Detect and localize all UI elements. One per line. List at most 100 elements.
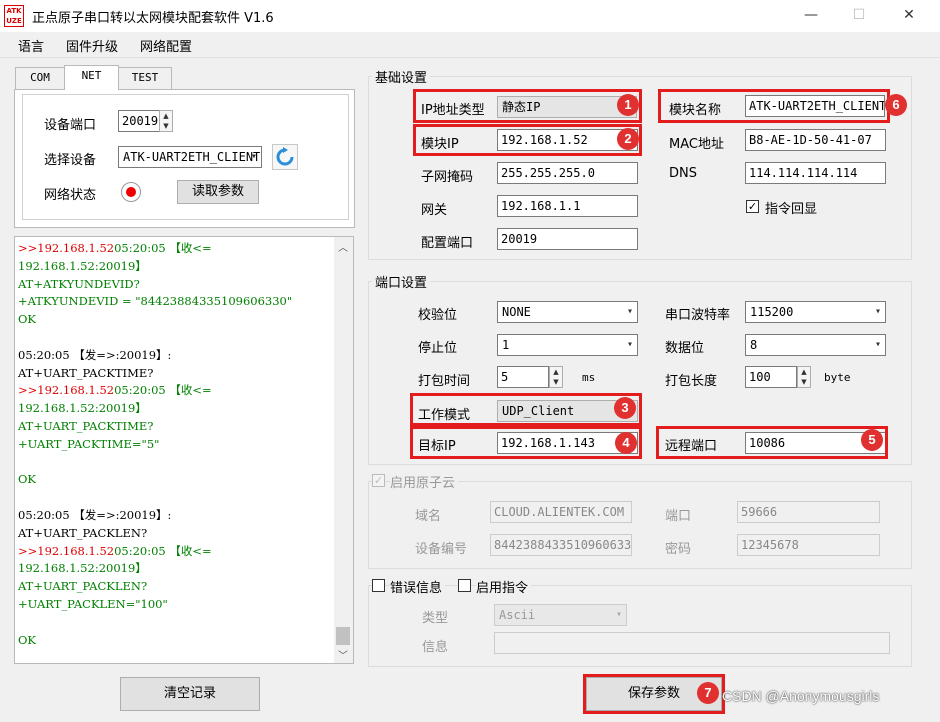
info-label: 信息 — [422, 640, 449, 655]
log-line: AT+UART_PACKTIME? — [18, 365, 336, 383]
config-port-label: 配置端口 — [421, 236, 474, 251]
log-line: 05:20:05 【发=>:20019】: — [18, 347, 336, 365]
type-dropdown[interactable]: Ascii ▾ — [494, 604, 627, 626]
pack-time-label: 打包时间 — [418, 374, 471, 389]
log-segment: AT+UART_PACKLEN? — [18, 579, 148, 594]
minimize-button[interactable]: — — [788, 0, 834, 32]
chevron-down-icon: ▾ — [626, 339, 633, 350]
echo-checkbox[interactable]: ✓ — [746, 200, 759, 213]
device-port-input[interactable]: 20019 — [118, 110, 160, 132]
pack-time-stepper[interactable]: ▲ ▼ — [549, 366, 563, 388]
log-line: OK — [18, 311, 336, 329]
window-title: 正点原子串口转以太网模块配套软件 V1.6 — [32, 11, 274, 26]
gateway-label: 网关 — [421, 203, 448, 218]
basic-settings-title: 基础设置 — [372, 67, 431, 86]
chevron-down-icon: ▾ — [626, 306, 633, 317]
error-group — [368, 585, 912, 667]
data-bits-value: 8 — [750, 338, 758, 352]
log-line: 192.168.1.52:20019】 — [18, 560, 336, 578]
log-line: >>192.168.1.5205:20:05 【收<= — [18, 240, 336, 258]
pack-length-label: 打包长度 — [665, 374, 718, 389]
log-segment: 192.168.1.52:20019】 — [18, 561, 147, 576]
baud-rate-dropdown[interactable]: 115200 ▾ — [745, 301, 886, 323]
cloud-port-input[interactable]: 59666 — [737, 501, 880, 523]
annotation-box-5 — [656, 426, 888, 459]
log-segment: AT+UART_PACKTIME? — [18, 418, 154, 433]
log-line: OK — [18, 471, 336, 489]
pack-length-stepper[interactable]: ▲ ▼ — [797, 366, 811, 388]
maximize-button[interactable]: ☐ — [836, 0, 882, 32]
config-port-input[interactable]: 20019 — [497, 228, 638, 250]
log-area[interactable]: >>192.168.1.5205:20:05 【收<= 192.168.1.52:… — [14, 236, 354, 664]
echo-label: 指令回显 — [765, 202, 818, 217]
tab-com[interactable]: COM — [15, 67, 65, 89]
device-port-stepper[interactable]: ▲ ▼ — [159, 110, 173, 132]
log-scrollbar[interactable]: ︿ ﹀ — [334, 237, 353, 663]
log-segment: AT+UART_PACKLEN? — [18, 525, 148, 540]
close-button[interactable]: ✕ — [886, 0, 932, 32]
chevron-down-icon: ▾ — [250, 151, 257, 162]
menu-bar: 语言 固件升级 网络配置 — [0, 32, 940, 58]
annotation-box-4 — [410, 426, 642, 459]
log-segment: 05:20:05 【收<= — [114, 383, 212, 398]
log-segment: 05:20:05 【收<= — [114, 543, 212, 558]
cloud-domain-input[interactable]: CLOUD.ALIENTEK.COM — [490, 501, 632, 523]
menu-network-config[interactable]: 网络配置 — [140, 36, 192, 55]
cloud-enable-label: 启用原子云 — [390, 472, 459, 491]
parity-dropdown[interactable]: NONE ▾ — [497, 301, 638, 323]
log-line: >>192.168.1.5205:20:05 【收<= — [18, 543, 336, 561]
annotation-box-6 — [658, 89, 890, 123]
pack-length-input[interactable]: 100 — [745, 366, 797, 388]
scroll-thumb[interactable] — [336, 627, 350, 645]
cloud-password-input[interactable]: 12345678 — [737, 534, 880, 556]
log-segment: +UART_PACKLEN="100" — [18, 596, 168, 611]
clear-log-button[interactable]: 清空记录 — [120, 677, 260, 711]
subnet-input[interactable]: 255.255.255.0 — [497, 162, 638, 184]
log-line: 192.168.1.52:20019】 — [18, 258, 336, 276]
menu-language[interactable]: 语言 — [18, 36, 44, 55]
log-segment: +UART_PACKTIME="5" — [18, 436, 160, 451]
app-logo: ATK UZE — [4, 5, 24, 27]
cloud-port-label: 端口 — [665, 509, 692, 524]
cloud-enable-checkbox[interactable]: ✓ — [372, 474, 385, 487]
refresh-button[interactable] — [272, 144, 298, 170]
log-segment: +ATKYUNDEVID = "84423884335109606330" — [18, 294, 293, 309]
chevron-down-icon: ▾ — [615, 609, 622, 620]
log-segment: AT+UART_PACKTIME? — [18, 365, 154, 380]
info-input[interactable] — [494, 632, 890, 654]
read-params-button[interactable]: 读取参数 — [177, 180, 259, 204]
cloud-devid-input[interactable]: 84423884335109606330 — [490, 534, 632, 556]
port-settings-title: 端口设置 — [372, 272, 431, 291]
tab-test[interactable]: TEST — [118, 67, 172, 89]
badge-2: 2 — [617, 128, 639, 150]
log-segment: OK — [18, 632, 37, 647]
error-info-checkbox[interactable] — [372, 579, 385, 592]
badge-1: 1 — [617, 94, 639, 116]
scroll-down-icon: ﹀ — [338, 651, 348, 662]
log-segment: 192.168.1.52:20019】 — [18, 258, 147, 273]
data-bits-dropdown[interactable]: 8 ▾ — [745, 334, 886, 356]
mac-input[interactable]: B8-AE-1D-50-41-07 — [745, 129, 886, 151]
enable-command-checkbox[interactable] — [458, 579, 471, 592]
cloud-password-label: 密码 — [665, 542, 692, 557]
log-segment: 192.168.1.52:20019】 — [18, 401, 147, 416]
baud-rate-label: 串口波特率 — [665, 308, 731, 323]
select-device-dropdown[interactable]: ATK-UART2ETH_CLIENT ▾ — [118, 146, 262, 168]
error-info-label: 错误信息 — [390, 577, 446, 596]
menu-firmware-upgrade[interactable]: 固件升级 — [66, 36, 118, 55]
data-bits-label: 数据位 — [665, 341, 705, 356]
dns-input[interactable]: 114.114.114.114 — [745, 162, 886, 184]
tab-net[interactable]: NET — [64, 65, 119, 90]
pack-time-input[interactable]: 5 — [497, 366, 549, 388]
stop-bits-dropdown[interactable]: 1 ▾ — [497, 334, 638, 356]
type-value: Ascii — [499, 608, 536, 622]
parity-label: 校验位 — [418, 308, 458, 323]
subnet-label: 子网掩码 — [421, 170, 474, 185]
badge-4: 4 — [615, 432, 637, 454]
log-segment: OK — [18, 312, 37, 327]
log-line: AT+ATKYUNDEVID? — [18, 276, 336, 294]
gateway-input[interactable]: 192.168.1.1 — [497, 195, 638, 217]
